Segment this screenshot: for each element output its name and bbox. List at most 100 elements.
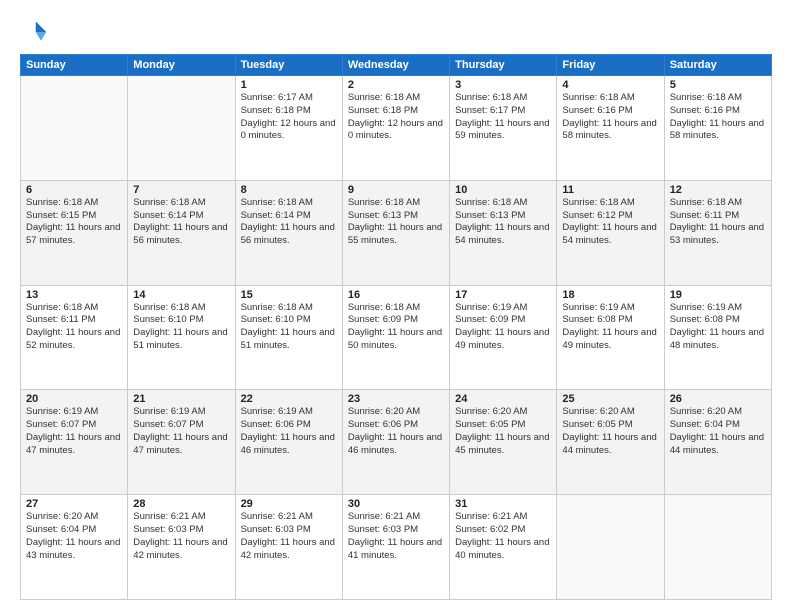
calendar-cell: 25Sunrise: 6:20 AM Sunset: 6:05 PM Dayli…: [557, 390, 664, 495]
calendar-cell: 2Sunrise: 6:18 AM Sunset: 6:18 PM Daylig…: [342, 76, 449, 181]
day-detail: Sunrise: 6:19 AM Sunset: 6:09 PM Dayligh…: [455, 302, 551, 353]
calendar-cell: 26Sunrise: 6:20 AM Sunset: 6:04 PM Dayli…: [664, 390, 771, 495]
day-number: 31: [455, 498, 551, 510]
calendar-week-row: 6Sunrise: 6:18 AM Sunset: 6:15 PM Daylig…: [21, 180, 772, 285]
day-number: 12: [670, 184, 766, 196]
calendar-cell: 21Sunrise: 6:19 AM Sunset: 6:07 PM Dayli…: [128, 390, 235, 495]
calendar-cell: 8Sunrise: 6:18 AM Sunset: 6:14 PM Daylig…: [235, 180, 342, 285]
day-number: 2: [348, 79, 444, 91]
weekday-header-row: SundayMondayTuesdayWednesdayThursdayFrid…: [21, 55, 772, 76]
weekday-header-saturday: Saturday: [664, 55, 771, 76]
calendar-cell: 27Sunrise: 6:20 AM Sunset: 6:04 PM Dayli…: [21, 495, 128, 600]
calendar-cell: 29Sunrise: 6:21 AM Sunset: 6:03 PM Dayli…: [235, 495, 342, 600]
day-detail: Sunrise: 6:17 AM Sunset: 6:18 PM Dayligh…: [241, 92, 337, 143]
day-number: 28: [133, 498, 229, 510]
day-detail: Sunrise: 6:18 AM Sunset: 6:17 PM Dayligh…: [455, 92, 551, 143]
calendar-cell: 28Sunrise: 6:21 AM Sunset: 6:03 PM Dayli…: [128, 495, 235, 600]
calendar-cell: 4Sunrise: 6:18 AM Sunset: 6:16 PM Daylig…: [557, 76, 664, 181]
day-number: 22: [241, 393, 337, 405]
day-number: 18: [562, 289, 658, 301]
day-number: 23: [348, 393, 444, 405]
calendar-cell: [21, 76, 128, 181]
logo: [20, 18, 52, 46]
calendar-cell: 16Sunrise: 6:18 AM Sunset: 6:09 PM Dayli…: [342, 285, 449, 390]
day-number: 6: [26, 184, 122, 196]
calendar-week-row: 13Sunrise: 6:18 AM Sunset: 6:11 PM Dayli…: [21, 285, 772, 390]
calendar-cell: 1Sunrise: 6:17 AM Sunset: 6:18 PM Daylig…: [235, 76, 342, 181]
day-number: 13: [26, 289, 122, 301]
day-number: 1: [241, 79, 337, 91]
calendar-cell: 17Sunrise: 6:19 AM Sunset: 6:09 PM Dayli…: [450, 285, 557, 390]
calendar-cell: [557, 495, 664, 600]
day-number: 5: [670, 79, 766, 91]
calendar-week-row: 20Sunrise: 6:19 AM Sunset: 6:07 PM Dayli…: [21, 390, 772, 495]
day-number: 27: [26, 498, 122, 510]
weekday-header-wednesday: Wednesday: [342, 55, 449, 76]
day-detail: Sunrise: 6:20 AM Sunset: 6:04 PM Dayligh…: [26, 511, 122, 562]
day-number: 26: [670, 393, 766, 405]
calendar-cell: 24Sunrise: 6:20 AM Sunset: 6:05 PM Dayli…: [450, 390, 557, 495]
day-number: 9: [348, 184, 444, 196]
day-number: 8: [241, 184, 337, 196]
day-number: 29: [241, 498, 337, 510]
day-detail: Sunrise: 6:20 AM Sunset: 6:04 PM Dayligh…: [670, 406, 766, 457]
day-detail: Sunrise: 6:18 AM Sunset: 6:14 PM Dayligh…: [133, 197, 229, 248]
day-detail: Sunrise: 6:18 AM Sunset: 6:16 PM Dayligh…: [670, 92, 766, 143]
day-number: 30: [348, 498, 444, 510]
day-detail: Sunrise: 6:18 AM Sunset: 6:18 PM Dayligh…: [348, 92, 444, 143]
weekday-header-friday: Friday: [557, 55, 664, 76]
calendar-cell: 15Sunrise: 6:18 AM Sunset: 6:10 PM Dayli…: [235, 285, 342, 390]
day-detail: Sunrise: 6:18 AM Sunset: 6:15 PM Dayligh…: [26, 197, 122, 248]
calendar-cell: 14Sunrise: 6:18 AM Sunset: 6:10 PM Dayli…: [128, 285, 235, 390]
calendar-cell: 19Sunrise: 6:19 AM Sunset: 6:08 PM Dayli…: [664, 285, 771, 390]
calendar-cell: 6Sunrise: 6:18 AM Sunset: 6:15 PM Daylig…: [21, 180, 128, 285]
calendar-cell: 23Sunrise: 6:20 AM Sunset: 6:06 PM Dayli…: [342, 390, 449, 495]
day-detail: Sunrise: 6:18 AM Sunset: 6:10 PM Dayligh…: [241, 302, 337, 353]
calendar-cell: 20Sunrise: 6:19 AM Sunset: 6:07 PM Dayli…: [21, 390, 128, 495]
day-number: 11: [562, 184, 658, 196]
day-detail: Sunrise: 6:18 AM Sunset: 6:11 PM Dayligh…: [670, 197, 766, 248]
calendar-cell: 22Sunrise: 6:19 AM Sunset: 6:06 PM Dayli…: [235, 390, 342, 495]
weekday-header-sunday: Sunday: [21, 55, 128, 76]
day-detail: Sunrise: 6:18 AM Sunset: 6:10 PM Dayligh…: [133, 302, 229, 353]
weekday-header-tuesday: Tuesday: [235, 55, 342, 76]
calendar-cell: [664, 495, 771, 600]
day-detail: Sunrise: 6:18 AM Sunset: 6:13 PM Dayligh…: [455, 197, 551, 248]
calendar-cell: [128, 76, 235, 181]
day-detail: Sunrise: 6:18 AM Sunset: 6:13 PM Dayligh…: [348, 197, 444, 248]
page: SundayMondayTuesdayWednesdayThursdayFrid…: [0, 0, 792, 612]
calendar-cell: 31Sunrise: 6:21 AM Sunset: 6:02 PM Dayli…: [450, 495, 557, 600]
day-detail: Sunrise: 6:21 AM Sunset: 6:02 PM Dayligh…: [455, 511, 551, 562]
day-number: 4: [562, 79, 658, 91]
day-detail: Sunrise: 6:19 AM Sunset: 6:08 PM Dayligh…: [562, 302, 658, 353]
calendar-cell: 7Sunrise: 6:18 AM Sunset: 6:14 PM Daylig…: [128, 180, 235, 285]
calendar-body: 1Sunrise: 6:17 AM Sunset: 6:18 PM Daylig…: [21, 76, 772, 600]
day-detail: Sunrise: 6:18 AM Sunset: 6:16 PM Dayligh…: [562, 92, 658, 143]
calendar-week-row: 1Sunrise: 6:17 AM Sunset: 6:18 PM Daylig…: [21, 76, 772, 181]
calendar-week-row: 27Sunrise: 6:20 AM Sunset: 6:04 PM Dayli…: [21, 495, 772, 600]
day-detail: Sunrise: 6:19 AM Sunset: 6:06 PM Dayligh…: [241, 406, 337, 457]
day-detail: Sunrise: 6:21 AM Sunset: 6:03 PM Dayligh…: [241, 511, 337, 562]
day-number: 24: [455, 393, 551, 405]
day-number: 3: [455, 79, 551, 91]
day-detail: Sunrise: 6:21 AM Sunset: 6:03 PM Dayligh…: [348, 511, 444, 562]
logo-icon: [20, 18, 48, 46]
day-detail: Sunrise: 6:19 AM Sunset: 6:08 PM Dayligh…: [670, 302, 766, 353]
day-detail: Sunrise: 6:18 AM Sunset: 6:09 PM Dayligh…: [348, 302, 444, 353]
day-number: 19: [670, 289, 766, 301]
calendar-cell: 12Sunrise: 6:18 AM Sunset: 6:11 PM Dayli…: [664, 180, 771, 285]
calendar-cell: 10Sunrise: 6:18 AM Sunset: 6:13 PM Dayli…: [450, 180, 557, 285]
calendar-cell: 5Sunrise: 6:18 AM Sunset: 6:16 PM Daylig…: [664, 76, 771, 181]
day-detail: Sunrise: 6:21 AM Sunset: 6:03 PM Dayligh…: [133, 511, 229, 562]
calendar-cell: 11Sunrise: 6:18 AM Sunset: 6:12 PM Dayli…: [557, 180, 664, 285]
calendar-cell: 18Sunrise: 6:19 AM Sunset: 6:08 PM Dayli…: [557, 285, 664, 390]
calendar-table: SundayMondayTuesdayWednesdayThursdayFrid…: [20, 54, 772, 600]
calendar-cell: 13Sunrise: 6:18 AM Sunset: 6:11 PM Dayli…: [21, 285, 128, 390]
day-number: 21: [133, 393, 229, 405]
calendar-header: SundayMondayTuesdayWednesdayThursdayFrid…: [21, 55, 772, 76]
day-detail: Sunrise: 6:18 AM Sunset: 6:12 PM Dayligh…: [562, 197, 658, 248]
day-detail: Sunrise: 6:18 AM Sunset: 6:14 PM Dayligh…: [241, 197, 337, 248]
day-number: 7: [133, 184, 229, 196]
day-detail: Sunrise: 6:19 AM Sunset: 6:07 PM Dayligh…: [26, 406, 122, 457]
header: [20, 18, 772, 46]
